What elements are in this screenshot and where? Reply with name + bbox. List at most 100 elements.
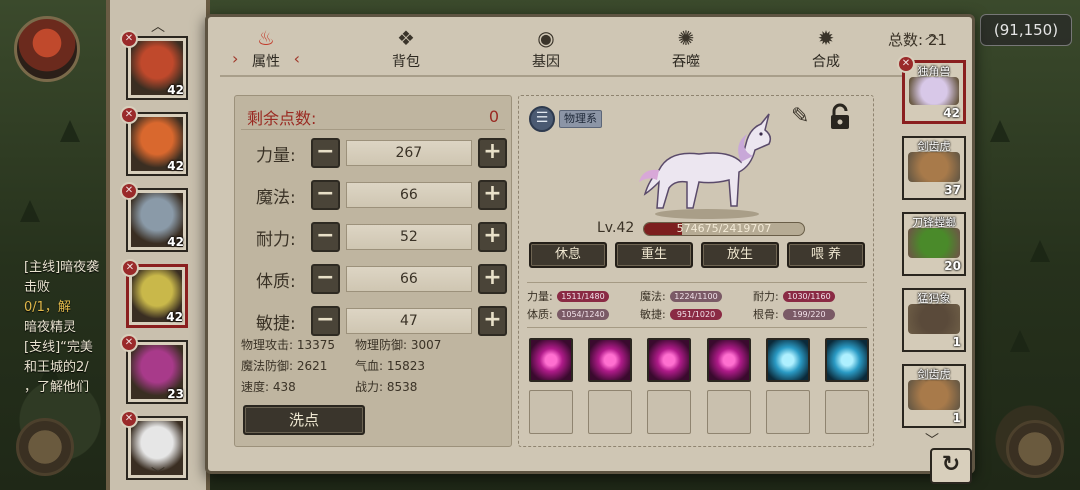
hero-card[interactable]: ✕ 23 [120,334,188,404]
decrease-button[interactable]: − [310,138,340,168]
aptitude-label: 体质: [527,308,553,321]
pet-level: Lv.42 [597,220,635,236]
pet-level: 20 [944,259,961,273]
remove-hero-icon[interactable]: ✕ [120,182,138,200]
pet-card[interactable]: 刀锋螳螂 20 [902,212,966,276]
combat-row: 魔法防御: 2621 气血: 15823 [241,355,507,376]
release-button[interactable]: 放生 [701,242,779,268]
decrease-button[interactable]: − [310,222,340,252]
pet-card[interactable]: 猛犸象 1 [902,288,966,352]
stat-value: 52 [345,224,472,250]
pet-portrait [908,304,960,334]
hero-list-scroll[interactable]: ︿ ✕ 42 ✕ 42 ✕ 42 ✕ 42 ✕ 23 ✕ ﹀ [106,0,210,490]
map-action-button-left[interactable] [16,418,74,476]
stat-row: 敏捷: −47 + [241,304,507,338]
pet-list-down-icon[interactable]: ﹀ [894,430,970,450]
combat-stat: 魔法防御: 2621 [241,359,328,373]
scroll-down-icon[interactable]: ﹀ [110,464,206,484]
feed-button[interactable]: 喂 养 [787,242,865,268]
remove-hero-icon[interactable]: ✕ [120,30,138,48]
hero-card[interactable]: ✕ 42 [120,106,188,176]
hero-card[interactable]: ✕ 42 [120,30,188,100]
tab-label: 合成 [812,54,840,70]
aptitude-label: 敏捷: [640,308,666,321]
aptitude-value: 1054/1240 [557,308,609,320]
attribute-points-panel: 剩余点数: 0 力量: −267 + 魔法: −66 + 耐力: −52 + 体质: −66 + 敏捷:… [234,95,512,447]
stat-row: 体质: −66 + [241,262,507,296]
remaining-points-value: 0 [488,107,499,126]
aptitude-value: 1511/1480 [557,290,609,302]
tab-4[interactable]: ✹ 合成 [786,25,866,77]
pet-level: 42 [943,106,960,120]
skill-slot-blue[interactable] [765,338,810,382]
return-icon[interactable]: ↻ [930,448,972,484]
aptitude-label: 力量: [527,290,553,303]
tab-2[interactable]: ◉ 基因 [506,25,586,77]
remove-pet-icon[interactable]: ✕ [897,55,915,73]
combat-stat: 速度: 438 [241,380,296,394]
skill-slot-pink[interactable] [647,338,692,382]
increase-button[interactable]: + [477,138,507,168]
remove-hero-icon[interactable]: ✕ [120,410,138,428]
tab-0[interactable]: ♨ 属性 [226,25,306,77]
tab-bar: ♨ 属性 ❖ 背包 ◉ 基因 ✺ 吞噬 ✹ 合成 [226,25,866,77]
exp-text: 574675/2419707 [676,222,772,235]
lock-icon[interactable] [825,102,855,132]
exp-bar: 574675/2419707 [643,222,805,236]
skill-slot-pink[interactable] [529,338,573,382]
tab-label: 基因 [532,54,560,70]
map-action-button-right[interactable] [1006,420,1064,478]
combat-stat: 物理攻击: 13375 [241,338,336,352]
empty-skill-slot[interactable] [647,390,692,434]
aptitude-cell: 体质: 1054/1240 [527,306,640,322]
aptitude-cell: 力量: 1511/1480 [527,288,640,304]
hero-card[interactable]: ✕ 42 [121,259,188,328]
tab-divider [220,75,950,77]
increase-button[interactable]: + [477,306,507,336]
hero-level: 42 [167,235,184,249]
decrease-button[interactable]: − [310,180,340,210]
tree-decoration [20,200,40,222]
pet-list-up-icon[interactable]: ︿ [894,24,970,44]
player-avatar[interactable] [14,16,80,82]
bag-icon: ❖ [397,26,415,50]
skill-slot-pink[interactable] [706,338,751,382]
empty-skill-slot[interactable] [706,390,751,434]
increase-button[interactable]: + [477,264,507,294]
pet-card[interactable]: 独角兽 42 ✕ [897,55,966,124]
hero-card[interactable]: ✕ 42 [120,182,188,252]
empty-skill-slot[interactable] [529,390,573,434]
merge-icon: ✹ [817,26,835,50]
pet-card[interactable]: 剑齿虎 1 [902,364,966,428]
pet-name: 猛犸象 [917,292,951,305]
tree-decoration [1030,240,1050,262]
empty-skill-slot[interactable] [765,390,810,434]
rest-button[interactable]: 休息 [529,242,607,268]
tab-1[interactable]: ❖ 背包 [366,25,446,77]
hero-level: 42 [167,83,184,97]
empty-skill-slot[interactable] [588,390,633,434]
combat-row: 物理攻击: 13375 物理防御: 3007 [241,334,507,355]
increase-button[interactable]: + [477,222,507,252]
tab-3[interactable]: ✺ 吞噬 [646,25,726,77]
skill-slot-blue[interactable] [824,338,869,382]
pet-list[interactable]: ︿ 独角兽 42 ✕ 剑齿虎 37 刀锋螳螂 20 猛犸象 1 剑齿虎 1 ﹀ [894,27,970,460]
rebirth-button[interactable]: 重生 [615,242,693,268]
tab-label: 背包 [392,54,420,70]
pet-card[interactable]: 剑齿虎 37 [902,136,966,200]
stat-value: 66 [345,182,472,208]
rename-feather-icon[interactable]: ✎ [791,104,809,129]
pet-name: 剑齿虎 [917,140,951,153]
remove-hero-icon[interactable]: ✕ [120,334,138,352]
combat-row: 速度: 438 战力: 8538 [241,376,507,397]
decrease-button[interactable]: − [310,306,340,336]
reset-points-button[interactable]: 洗点 [243,405,365,435]
list-icon[interactable]: ☰ [529,106,555,132]
remove-hero-icon[interactable]: ✕ [120,106,138,124]
map-coordinates: (91,150) [980,14,1072,46]
empty-skill-slot[interactable] [824,390,869,434]
skill-slot-pink[interactable] [588,338,633,382]
increase-button[interactable]: + [477,180,507,210]
decrease-button[interactable]: − [310,264,340,294]
remove-hero-icon[interactable]: ✕ [121,259,139,277]
